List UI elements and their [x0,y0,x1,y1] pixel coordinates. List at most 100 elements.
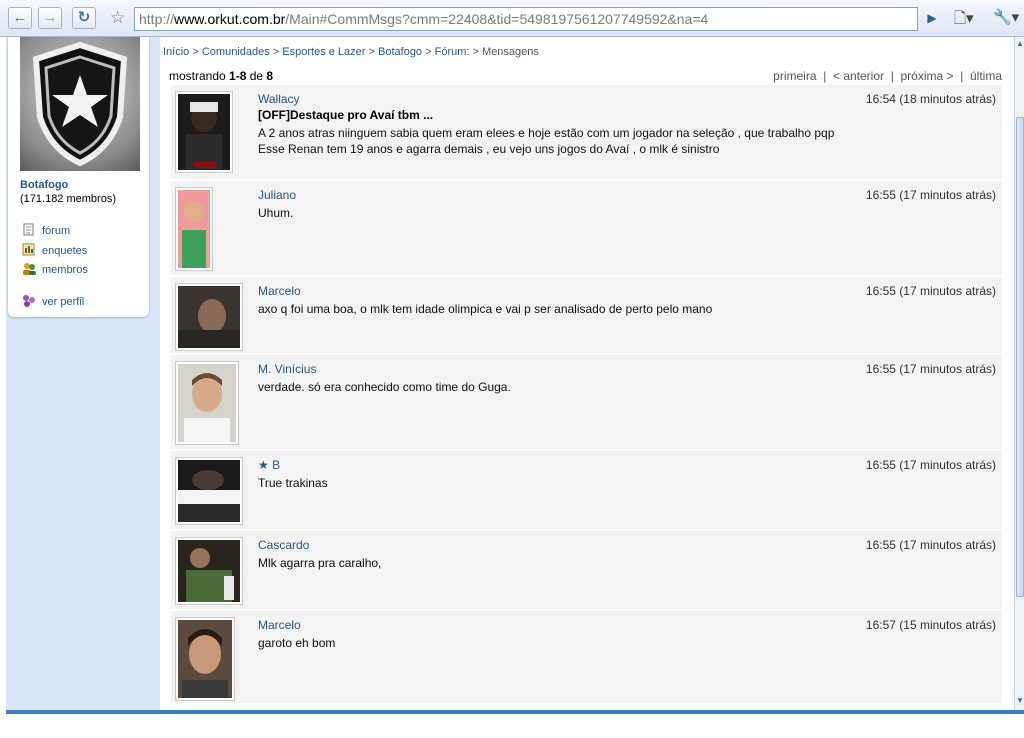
url-path: /Main#CommMsgs?cmm=22408&tid=54981975612… [285,11,709,27]
avatar-photo [178,94,230,170]
author-name[interactable]: ★ B [258,458,280,472]
breadcrumb-current: Mensagens [482,46,539,58]
community-photo[interactable] [20,37,140,171]
post-subject: [OFF]Destaque pro Avaí tbm ... [258,108,434,122]
message-item: Cascardo 16:55 (17 minutos atrás) Mlk ag… [171,531,1002,611]
author-name[interactable]: Marcelo [258,618,301,632]
breadcrumb: Início > Comunidades > Esportes e Lazer … [163,46,539,58]
post-time: 16:55 (17 minutos atrás) [865,458,996,472]
post-body: Mlk agarra pra caralho, [258,556,382,570]
breadcrumb-home[interactable]: Início [163,46,189,58]
scroll-thumb[interactable] [1016,117,1024,597]
post-time: 16:54 (18 minutos atrás) [865,92,996,106]
window-bottom-border [6,710,1024,714]
message-item: ★ B 16:55 (17 minutos atrás) True trakin… [171,451,1002,531]
pager-divider: | [890,69,894,83]
community-name[interactable]: Botafogo [20,179,68,191]
go-button[interactable]: ▶ [920,7,944,31]
pager-first[interactable]: primeira [773,69,816,83]
members-icon [22,262,36,275]
botafogo-crest-icon [32,41,128,167]
message-list: Wallacy 16:54 (18 minutos atrás) [OFF]De… [171,85,1002,705]
pager: primeira | < anterior | próxima > | últi… [773,69,1002,83]
post-time: 16:55 (17 minutos atrás) [865,284,996,298]
poll-icon [22,243,36,256]
reload-button[interactable]: ↻ [72,7,96,29]
author-name[interactable]: Cascardo [258,538,309,552]
pager-divider: | [823,69,827,83]
post-body: axo q foi uma boa, o mlk tem idade olimp… [258,302,713,316]
author-avatar[interactable] [175,457,243,525]
browser-toolbar: ← → ↻ ☆ http://www.orkut.com.br/Main#Com… [0,0,1024,37]
reload-icon: ↻ [77,9,91,26]
breadcrumb-forum[interactable]: Fórum: [435,46,470,58]
pager-last[interactable]: última [970,69,1002,83]
address-bar[interactable]: http://www.orkut.com.br/Main#CommMsgs?cm… [134,7,918,31]
author-avatar[interactable] [175,537,243,605]
breadcrumb-separator: > [272,46,280,58]
author-avatar[interactable] [175,91,233,173]
tools-menu-button[interactable]: 🔧▾ [993,8,1019,26]
listing-total: 8 [266,69,274,83]
sidebar-link-label: ver perfil [42,296,85,308]
message-item: Marcelo 16:57 (15 minutos atrás) garoto … [171,611,1002,705]
page-icon: 🗋▾ [954,10,974,27]
scroll-down-arrow-icon[interactable]: ▼ [1015,696,1024,708]
author-name[interactable]: Marcelo [258,284,301,298]
post-time: 16:55 (17 minutos atrás) [865,188,996,202]
scroll-up-arrow-icon[interactable]: ▲ [1015,39,1024,51]
avatar-photo [178,540,240,602]
message-item: M. Vinícius 16:55 (17 minutos atrás) ver… [171,355,1002,451]
sidebar-link-forum[interactable]: fórum [22,223,70,237]
listing-of: de [246,69,267,83]
pager-previous[interactable]: < anterior [833,69,884,83]
breadcrumb-category[interactable]: Esportes e Lazer [282,46,365,58]
post-time: 16:55 (17 minutos atrás) [865,538,996,552]
author-name[interactable]: Juliano [258,188,296,202]
avatar-photo [178,620,232,698]
profile-icon [22,294,36,307]
breadcrumb-community[interactable]: Botafogo [378,46,422,58]
page-scrollbar[interactable]: ▲ ▼ [1014,37,1024,710]
message-item: Marcelo 16:55 (17 minutos atrás) axo q f… [171,277,1002,355]
url-host: www.orkut.com.br [174,11,286,27]
back-button[interactable]: ← [8,7,32,29]
sidebar-link-polls[interactable]: enquetes [22,243,87,257]
listing-prefix: mostrando [169,69,230,83]
arrow-right-icon: → [42,9,58,26]
sidebar-link-profile[interactable]: ver perfil [22,294,84,308]
sidebar-link-label: enquetes [42,245,88,257]
member-count: (171.182 membros) [20,193,116,205]
author-name[interactable]: Wallacy [258,92,300,106]
post-time: 16:57 (15 minutos atrás) [865,618,996,632]
author-avatar[interactable] [175,617,235,701]
sidebar-link-label: membros [42,264,88,276]
sidebar-link-members[interactable]: membros [22,262,88,276]
breadcrumb-separator: > [368,46,375,58]
avatar-photo [178,364,236,442]
avatar-photo [178,286,240,348]
author-avatar[interactable] [175,187,213,271]
author-avatar[interactable] [175,283,243,351]
message-item: Wallacy 16:54 (18 minutos atrás) [OFF]De… [171,85,1002,181]
bookmark-star-icon[interactable]: ☆ [110,8,125,28]
listing-range: 1-8 [229,69,247,83]
arrow-left-icon: ← [12,9,28,26]
post-body: verdade. só era conhecido como time do G… [258,380,511,394]
message-item: Juliano 16:55 (17 minutos atrás) Uhum. [171,181,1002,277]
breadcrumb-communities[interactable]: Comunidades [202,46,270,58]
avatar-photo [178,190,210,268]
post-time: 16:55 (17 minutos atrás) [865,362,996,376]
post-body: A 2 anos atras niinguem sabia quem eram … [258,126,835,156]
community-card: Botafogo (171.182 membros) fórum enquete… [8,37,149,317]
pager-divider: | [960,69,964,83]
author-avatar[interactable] [175,361,239,445]
post-body: Uhum. [258,206,294,220]
post-body: True trakinas [258,476,328,490]
post-body: garoto eh bom [258,636,336,650]
pager-next[interactable]: próxima > [900,69,953,83]
play-icon: ▶ [927,11,937,25]
author-name[interactable]: M. Vinícius [258,362,316,376]
page-menu-button[interactable]: 🗋▾ [954,8,974,33]
forward-button[interactable]: → [38,7,62,29]
